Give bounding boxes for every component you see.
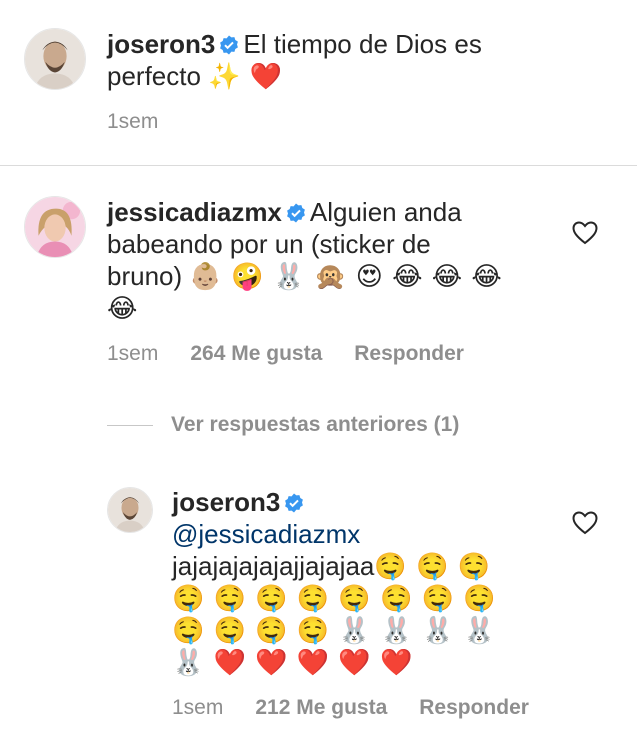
comment-text: jessicadiazmx Alguien anda babeando por u… (107, 196, 547, 324)
heart-outline-icon[interactable] (572, 511, 598, 535)
caption-text: joseron3 El tiempo de Dios es perfecto ✨ … (107, 28, 547, 92)
reply-time[interactable]: 1sem (172, 696, 223, 719)
divider (0, 165, 637, 166)
caption-time[interactable]: 1sem (107, 110, 158, 133)
comment-likes[interactable]: 264 Me gusta (190, 342, 322, 365)
verified-badge-icon (220, 35, 239, 55)
reply-line5-emojis: 🤤 🤤 🤤 🤤 🐰 🐰 🐰 🐰 (172, 615, 497, 645)
reply-username[interactable]: joseron3 (172, 487, 280, 517)
reply-line4-emojis: 🤤 🤤 🤤 🤤 🤤 🤤 🤤 🤤 (172, 583, 497, 613)
reply-reply-button[interactable]: Responder (419, 696, 529, 719)
replies-divider-line (107, 424, 153, 426)
view-previous-replies-label[interactable]: Ver respuestas anteriores (1) (171, 413, 459, 437)
comment-reply-button[interactable]: Responder (354, 342, 464, 365)
verified-badge-icon (286, 203, 305, 223)
reply-line6-emojis: 🐰 ❤️ ❤️ ❤️ ❤️ ❤️ (172, 647, 414, 677)
verified-badge-icon (285, 493, 304, 513)
comment-line1: Alguien anda (309, 197, 462, 227)
reply-likes[interactable]: 212 Me gusta (255, 696, 387, 719)
comment-time[interactable]: 1sem (107, 342, 158, 365)
reply-meta: 1sem 212 Me gusta Responder (172, 696, 561, 720)
heart-outline-icon[interactable] (572, 221, 598, 245)
comment-username[interactable]: jessicadiazmx (107, 197, 282, 227)
avatar-joseron3-reply[interactable] (107, 487, 153, 533)
view-previous-replies[interactable]: Ver respuestas anteriores (1) (107, 413, 459, 437)
avatar-jessicadiazmx[interactable] (24, 196, 86, 258)
caption-meta: 1sem (107, 110, 190, 134)
reply-mention[interactable]: @jessicadiazmx (172, 518, 552, 550)
comment-line4-emojis: 😂 (107, 293, 139, 323)
comment-line3-text: bruno) (107, 261, 183, 291)
comment-meta: 1sem 264 Me gusta Responder (107, 342, 496, 366)
avatar-joseron3[interactable] (24, 28, 86, 90)
comment-line3-emojis: 👶🏼 🤪 🐰 🙊 😍 😂 😂 😂 (189, 261, 503, 291)
reply-line3-text: jajajajajajajjajajaa (172, 551, 375, 581)
caption-username[interactable]: joseron3 (107, 29, 215, 59)
comment-line2: babeando por un (sticker de (107, 229, 431, 259)
reply-line3-emojis: 🤤 🤤 🤤 (374, 551, 491, 581)
reply-text: joseron3 @jessicadiazmx jajajajajajajjaj… (172, 486, 552, 678)
caption-emojis: ✨ ❤️ (208, 61, 284, 91)
